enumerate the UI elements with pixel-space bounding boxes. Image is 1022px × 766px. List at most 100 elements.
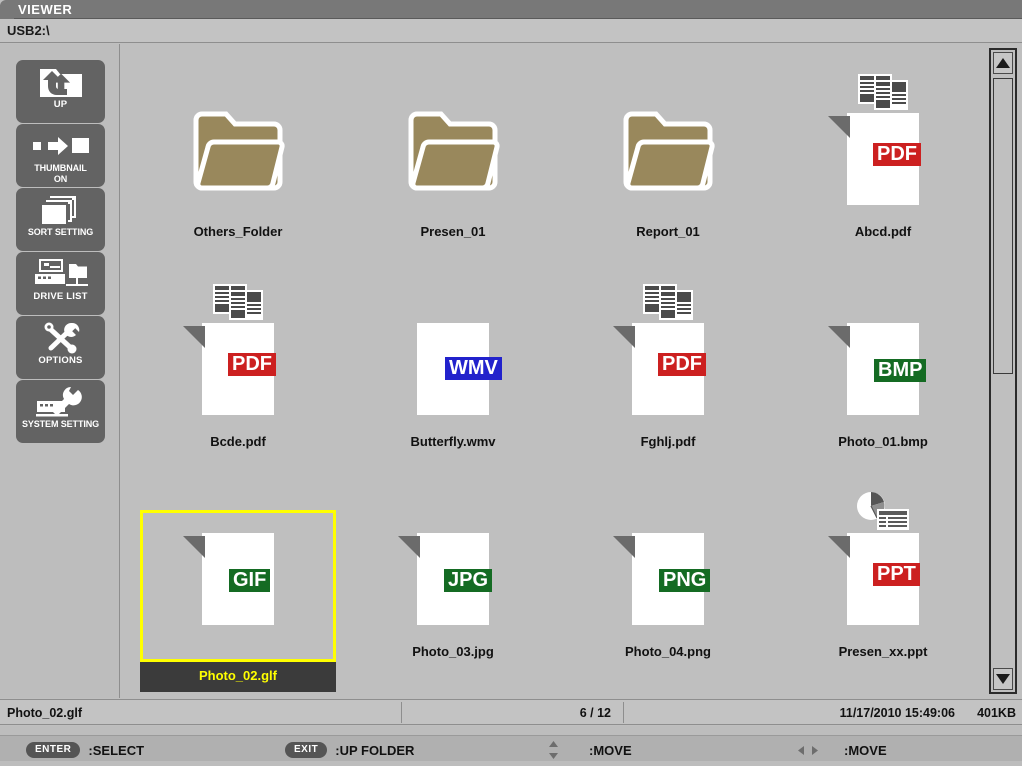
stacked-pages-icon	[30, 194, 92, 226]
viewer-window: VIEWER USB2:\ UP THUMBNAIL ON SORT SETTI…	[0, 0, 1022, 766]
key-hint-move-vertical-label: :MOVE	[589, 742, 632, 758]
file-name-label: Others_Folder	[193, 224, 283, 239]
drive-list-icon	[30, 258, 92, 290]
key-hint-bar: ENTER :SELECT EXIT :UP FOLDER :MOVE:MOV…	[0, 726, 1022, 766]
sidebar-item-up[interactable]: UP	[16, 60, 105, 123]
status-filesize: 401KB	[977, 705, 1016, 720]
status-filename: Photo_02.glf	[7, 705, 83, 720]
pdf-file-icon: PDF	[183, 284, 276, 415]
file-thumbnail: BMP	[783, 310, 983, 428]
sidebar-item-drive-list[interactable]: DRIVE LIST	[16, 252, 105, 315]
file-thumbnail: PDF	[138, 284, 338, 428]
sidebar: UP THUMBNAIL ON SORT SETTING DRIVE LIST	[0, 44, 120, 698]
sidebar-item-sort-setting[interactable]: SORT SETTING	[16, 188, 105, 251]
status-divider-1	[401, 702, 402, 723]
sidebar-item-options-label: OPTIONS	[38, 355, 83, 366]
status-counter: 6 / 12	[579, 705, 611, 720]
image-file-icon: GIF	[183, 533, 274, 625]
file-item[interactable]: PDF Fghlj.pdf	[568, 284, 768, 477]
sidebar-item-thumbnail-label: THUMBNAIL ON	[34, 163, 87, 184]
key-hint-move-horizontal[interactable]: :MOVE	[798, 740, 887, 760]
file-name-label: Photo_01.bmp	[838, 434, 928, 449]
current-path: USB2:\	[7, 23, 50, 38]
file-thumbnail: JPG	[353, 520, 553, 638]
file-item[interactable]: WMV Butterfly.wmv	[353, 302, 553, 477]
left-right-arrows-icon	[798, 745, 818, 756]
key-hint-select-label: :SELECT	[88, 742, 145, 758]
file-name-label: Bcde.pdf	[210, 434, 266, 449]
file-type-badge: PDF	[658, 353, 706, 376]
ppt-file-icon: PPT	[828, 492, 920, 625]
file-type-badge: WMV	[445, 357, 502, 380]
sidebar-item-thumbnail[interactable]: THUMBNAIL ON	[16, 124, 105, 187]
pdf-file-icon: PDF	[613, 284, 706, 415]
up-down-arrows-icon	[548, 741, 559, 759]
thumbnail-icon	[30, 130, 92, 162]
folder-up-icon	[30, 66, 92, 98]
sidebar-item-system-setting-label: SYSTEM SETTING	[21, 419, 100, 429]
file-name-label: Abcd.pdf	[854, 224, 912, 239]
file-thumbnail: PDF	[783, 74, 983, 218]
file-item[interactable]: PDF Bcde.pdf	[138, 284, 338, 477]
pdf-file-icon: PDF	[828, 74, 921, 205]
file-thumbnail	[353, 100, 553, 218]
title-bar: VIEWER	[0, 0, 1022, 19]
file-thumbnail: PNG	[568, 520, 768, 638]
file-item[interactable]: BMP Photo_01.bmp	[783, 302, 983, 477]
file-item[interactable]: PPT Presen_xx.ppt	[783, 492, 983, 687]
file-item[interactable]: Presen_01	[353, 92, 553, 267]
file-type-badge: GIF	[229, 569, 271, 592]
file-thumbnail: WMV	[353, 310, 553, 428]
folder-icon	[190, 108, 286, 210]
key-hint-select[interactable]: ENTER :SELECT	[26, 740, 144, 760]
image-file-icon: BMP	[828, 323, 927, 415]
image-file-icon: JPG	[398, 533, 493, 625]
file-name-label: Presen_xx.ppt	[838, 644, 928, 659]
file-name-label: Photo_03.jpg	[412, 644, 494, 659]
scrollbar-thumb[interactable]	[993, 78, 1013, 374]
file-type-badge: PDF	[873, 143, 921, 166]
file-thumbnail: GIF	[138, 520, 338, 638]
folder-icon	[405, 108, 501, 210]
file-item-selected[interactable]: GIF Photo_02.glf	[138, 510, 338, 692]
page-title: VIEWER	[18, 2, 73, 17]
path-bar: USB2:\	[0, 19, 1022, 43]
title-bar-left-cap	[0, 0, 14, 19]
file-name-label: Photo_02.glf	[198, 668, 277, 683]
file-item[interactable]: PDF Abcd.pdf	[783, 74, 983, 267]
key-hint-move-horizontal-label: :MOVE	[844, 742, 887, 758]
sidebar-item-drive-list-label: DRIVE LIST	[33, 291, 88, 302]
file-item[interactable]: Report_01	[568, 92, 768, 267]
enter-key-pill: ENTER	[26, 742, 81, 758]
key-hint-up-folder-label: :UP FOLDER	[335, 742, 415, 758]
file-type-badge: PNG	[659, 569, 711, 592]
key-hint-move-vertical[interactable]: :MOVE	[548, 740, 632, 760]
video-file-icon: WMV	[417, 323, 502, 415]
file-item[interactable]: JPG Photo_03.jpg	[353, 512, 553, 687]
sidebar-item-system-setting[interactable]: SYSTEM SETTING	[16, 380, 105, 443]
sidebar-item-sort-setting-label: SORT SETTING	[27, 227, 94, 237]
file-grid: Others_Folder Presen_01 Report_01 PDF Ab…	[121, 44, 985, 698]
triangle-down-icon	[996, 674, 1010, 684]
scroll-down-button[interactable]	[993, 668, 1013, 690]
file-item[interactable]: PNG Photo_04.png	[568, 512, 768, 687]
status-datetime: 11/17/2010 15:49:06	[839, 705, 955, 720]
image-file-icon: PNG	[613, 533, 711, 625]
file-type-badge: BMP	[874, 359, 927, 382]
file-type-badge: PPT	[873, 563, 920, 586]
vertical-scrollbar[interactable]	[989, 48, 1017, 694]
triangle-up-icon	[996, 58, 1010, 68]
file-thumbnail	[138, 100, 338, 218]
file-name-label: Report_01	[636, 224, 700, 239]
file-type-badge: PDF	[228, 353, 276, 376]
file-name-label: Butterfly.wmv	[410, 434, 496, 449]
key-hint-up-folder[interactable]: EXIT :UP FOLDER	[285, 740, 414, 760]
file-thumbnail	[568, 100, 768, 218]
sidebar-item-up-label: UP	[53, 99, 68, 110]
status-divider-2	[623, 702, 624, 723]
file-item[interactable]: Others_Folder	[138, 92, 338, 267]
file-type-badge: JPG	[444, 569, 493, 592]
status-bar: Photo_02.glf 6 / 12 11/17/2010 15:49:06 …	[0, 699, 1022, 725]
sidebar-item-options[interactable]: OPTIONS	[16, 316, 105, 379]
scroll-up-button[interactable]	[993, 52, 1013, 74]
